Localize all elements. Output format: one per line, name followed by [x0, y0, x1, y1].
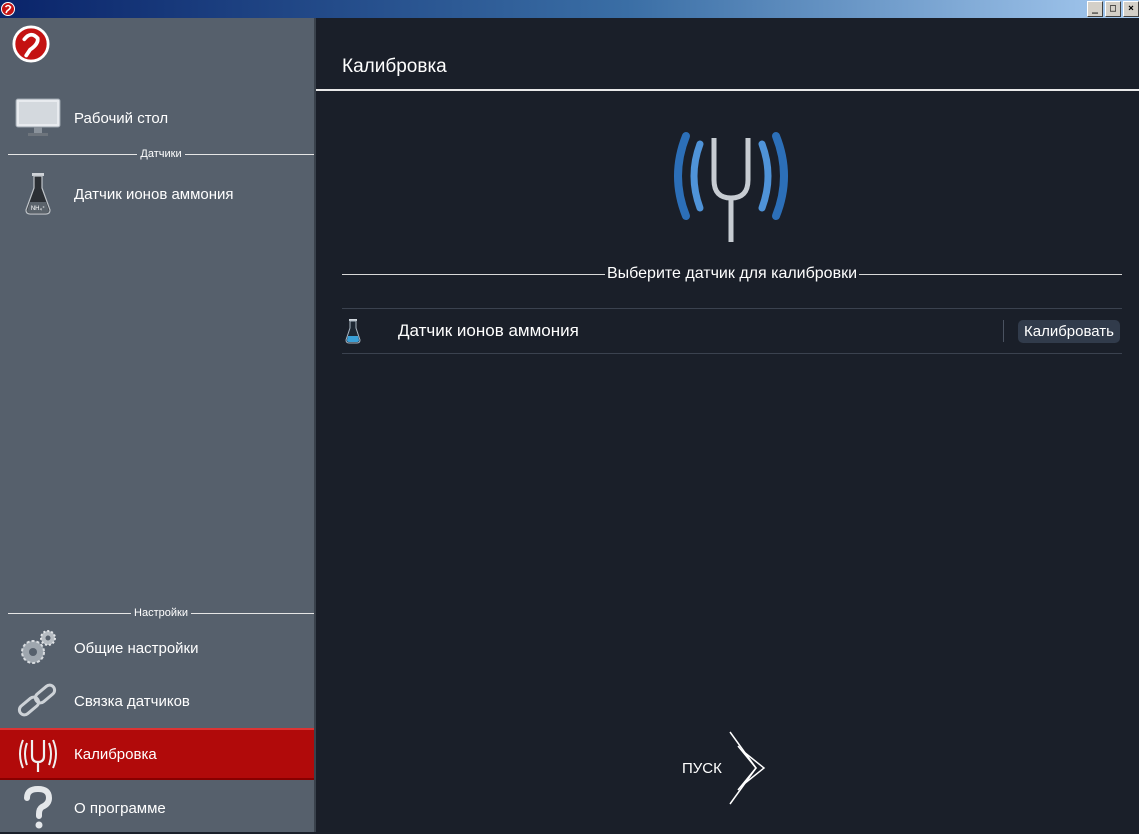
flask-icon	[345, 319, 361, 344]
sidebar: Рабочий стол Датчики NH₄⁺ Датчик ионов а…	[0, 18, 316, 832]
app-logo-icon	[12, 25, 50, 63]
sidebar-item-label: Калибровка	[74, 745, 157, 763]
sidebar-item-desktop[interactable]: Рабочий стол	[0, 92, 314, 144]
page-title: Калибровка	[342, 56, 447, 77]
sidebar-item-label: Датчик ионов аммония	[74, 185, 234, 203]
window-controls: _ □ ×	[1087, 1, 1139, 17]
sidebar-item-general-settings[interactable]: Общие настройки	[0, 622, 314, 674]
tuning-fork-icon	[14, 730, 62, 778]
tuning-fork-icon	[674, 132, 788, 242]
monitor-icon	[14, 94, 62, 142]
start-label: ПУСК	[682, 759, 722, 777]
main-panel: Калибровка Выберите датчик для калибровк…	[316, 18, 1139, 832]
sidebar-item-about[interactable]: О программе	[0, 782, 314, 834]
gears-icon	[14, 624, 62, 672]
app-logo-icon	[1, 2, 15, 16]
maximize-button[interactable]: □	[1105, 1, 1121, 17]
svg-text:NH₄⁺: NH₄⁺	[31, 205, 45, 212]
sensor-row: Датчик ионов аммония Калибровать	[342, 308, 1122, 354]
sidebar-item-label: Связка датчиков	[74, 692, 190, 710]
sidebar-item-ammonium-sensor[interactable]: NH₄⁺ Датчик ионов аммония	[0, 168, 314, 220]
sidebar-item-sensor-link[interactable]: Связка датчиков	[0, 675, 314, 727]
double-chevron-right-icon	[729, 731, 766, 805]
sidebar-header	[0, 18, 314, 88]
chain-icon	[14, 677, 62, 725]
sensor-name: Датчик ионов аммония	[398, 321, 579, 340]
flask-icon: NH₄⁺	[14, 170, 62, 218]
question-icon	[14, 784, 62, 832]
row-separator	[1003, 320, 1004, 342]
sidebar-item-label: Рабочий стол	[74, 109, 169, 127]
section-header-sensors: Датчики	[8, 147, 315, 161]
minimize-button[interactable]: _	[1087, 1, 1103, 17]
window-titlebar: _ □ ×	[0, 0, 1139, 18]
sidebar-item-calibration[interactable]: Калибровка	[0, 728, 314, 780]
sidebar-item-label: О программе	[74, 799, 166, 817]
sidebar-item-label: Общие настройки	[74, 639, 199, 657]
choose-sensor-label: Выберите датчик для калибровки	[607, 265, 858, 282]
start-button[interactable]: ПУСК	[682, 728, 792, 808]
title-divider	[316, 89, 1139, 91]
calibrate-button[interactable]: Калибровать	[1018, 319, 1120, 343]
section-label: Настройки	[134, 607, 188, 619]
choose-sensor-header: Выберите датчик для калибровки	[342, 263, 1123, 285]
section-label: Датчики	[140, 148, 182, 160]
section-header-settings: Настройки	[8, 606, 314, 620]
close-button[interactable]: ×	[1123, 1, 1139, 17]
